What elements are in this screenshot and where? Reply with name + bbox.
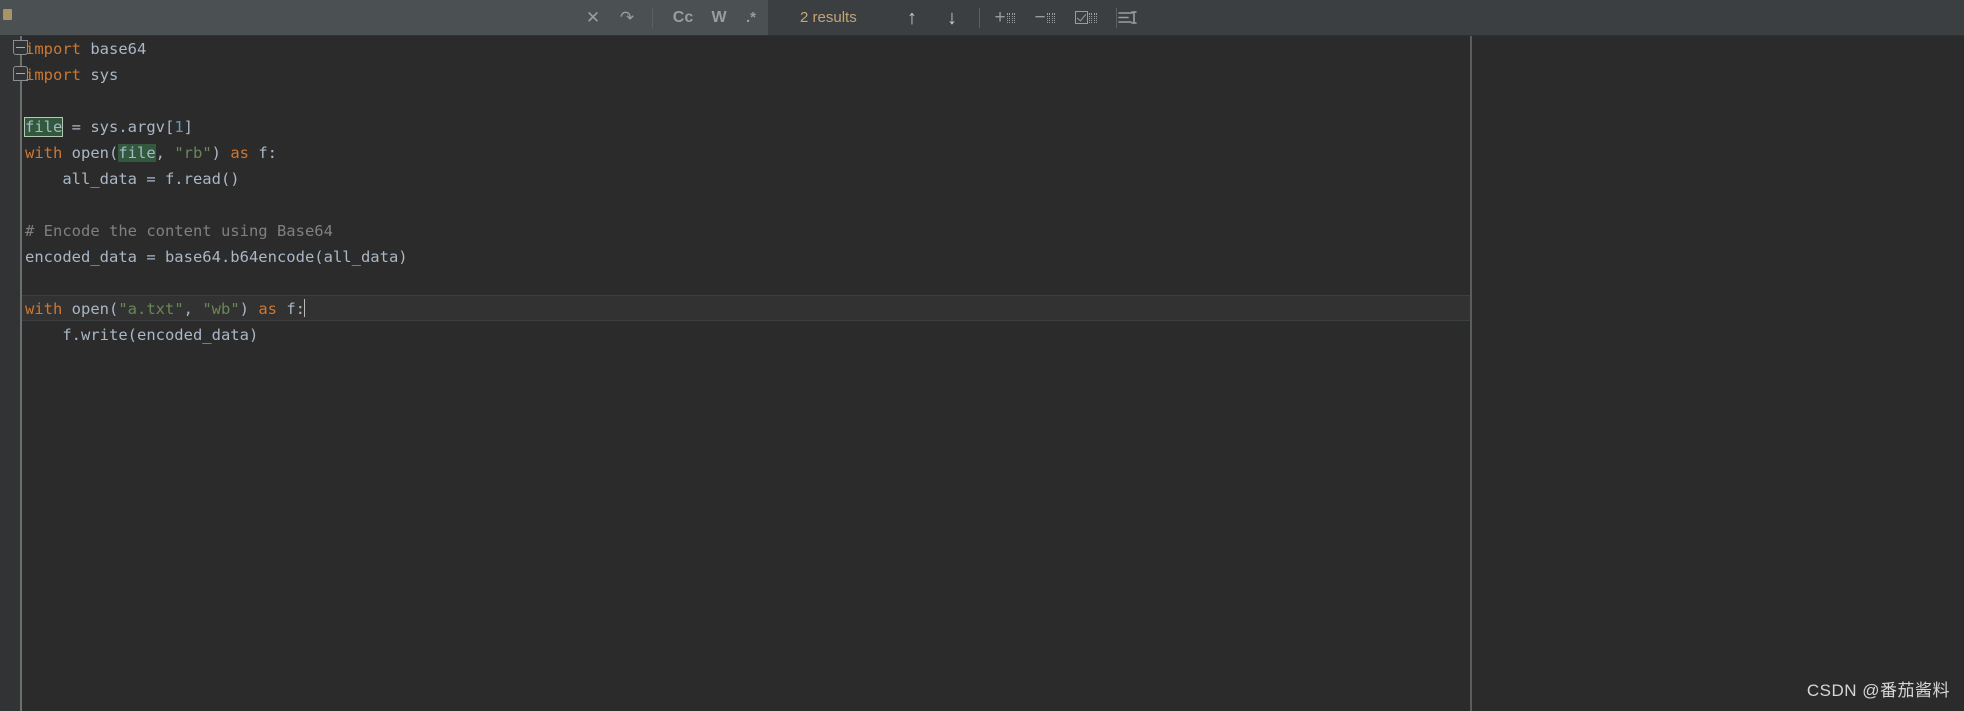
remove-selection-icon: − <box>1034 8 1057 27</box>
code-token: sys <box>90 66 119 84</box>
toolbar-separator <box>652 8 653 28</box>
code-token: f: <box>258 144 278 162</box>
remove-selection-button[interactable]: − <box>1028 0 1064 35</box>
newline-icon[interactable]: ↷ <box>612 0 642 35</box>
code-line[interactable]: file = sys.argv[1] <box>22 114 193 140</box>
code-token: ) <box>239 300 259 318</box>
code-token: = sys.argv[ <box>62 118 175 136</box>
filter-lines-button[interactable] <box>1107 0 1147 35</box>
search-match-current: file <box>23 117 64 137</box>
code-token: base64 <box>90 40 147 58</box>
find-previous-button[interactable]: ↑ <box>895 0 929 35</box>
code-token: f: <box>286 300 306 318</box>
code-token: "rb" <box>174 144 212 162</box>
code-token: ] <box>183 118 193 136</box>
code-editor[interactable]: import base64 import sys file = sys.argv[1… <box>0 36 1964 711</box>
csdn-watermark: CSDN @番茄酱料 <box>1806 681 1950 700</box>
code-token: as <box>230 144 259 162</box>
code-token: f.write(encoded_data) <box>62 326 259 344</box>
select-all-occurrences-icon <box>1074 11 1100 24</box>
add-selection-icon: + <box>994 8 1017 27</box>
find-history-icon[interactable] <box>3 9 12 20</box>
code-token: with <box>25 300 72 318</box>
code-line[interactable]: all_data = f.read() <box>22 166 240 192</box>
code-line[interactable] <box>22 270 25 296</box>
arrow-down-icon: ↓ <box>947 6 957 29</box>
code-line[interactable]: import base64 <box>22 36 146 62</box>
arrow-up-icon: ↑ <box>907 6 917 29</box>
code-token: "wb" <box>202 300 240 318</box>
code-token: "a.txt" <box>118 300 184 318</box>
code-token: open( <box>71 300 119 318</box>
add-selection-button[interactable]: + <box>988 0 1024 35</box>
code-token: , <box>183 300 203 318</box>
match-case-button[interactable]: Cc <box>666 0 700 35</box>
code-line[interactable]: with open("a.txt", "wb") as f: <box>22 296 306 322</box>
code-line[interactable] <box>22 192 25 218</box>
regex-label: .* <box>745 9 756 26</box>
code-line[interactable]: # Encode the content using Base64 <box>22 218 333 244</box>
code-content[interactable]: import base64 import sys file = sys.argv[1… <box>22 36 1470 711</box>
find-toolbar: ✕ ↷ Cc W .* 2 results ↑ ↓ + − <box>0 0 1964 36</box>
editor-window: ✕ ↷ Cc W .* 2 results ↑ ↓ + − import bas… <box>0 0 1964 711</box>
code-line[interactable]: encoded_data = base64.b64encode(all_data… <box>22 244 408 270</box>
text-caret <box>304 299 306 317</box>
code-token: all_data = f.read() <box>62 170 240 188</box>
code-token: open( <box>71 144 119 162</box>
code-token: ) <box>211 144 231 162</box>
toolbar-separator-2 <box>979 8 980 28</box>
code-token: as <box>258 300 287 318</box>
code-line[interactable] <box>22 88 25 114</box>
editor-gutter <box>0 36 22 711</box>
results-count: 2 results <box>800 9 857 26</box>
code-token: import <box>25 40 91 58</box>
code-token: , <box>155 144 175 162</box>
code-line[interactable]: import sys <box>22 62 118 88</box>
match-case-label: Cc <box>672 8 694 26</box>
find-next-button[interactable]: ↓ <box>935 0 969 35</box>
regex-button[interactable]: .* <box>737 0 765 35</box>
code-token: import <box>25 66 91 84</box>
search-match: file <box>118 144 156 162</box>
code-token: with <box>25 144 72 162</box>
code-line[interactable]: f.write(encoded_data) <box>22 322 258 348</box>
select-all-occurrences-button[interactable] <box>1068 0 1106 35</box>
close-icon[interactable]: ✕ <box>578 0 608 35</box>
code-token: 1 <box>174 118 184 136</box>
whole-words-button[interactable]: W <box>704 0 734 35</box>
code-token: # Encode the content using Base64 <box>25 222 333 240</box>
code-line[interactable]: with open(file, "rb") as f: <box>22 140 277 166</box>
filter-lines-icon <box>1118 10 1137 24</box>
code-token: encoded_data = base64.b64encode(all_data… <box>25 248 408 266</box>
whole-words-label: W <box>711 8 727 26</box>
right-editor-pane[interactable] <box>1472 36 1964 711</box>
